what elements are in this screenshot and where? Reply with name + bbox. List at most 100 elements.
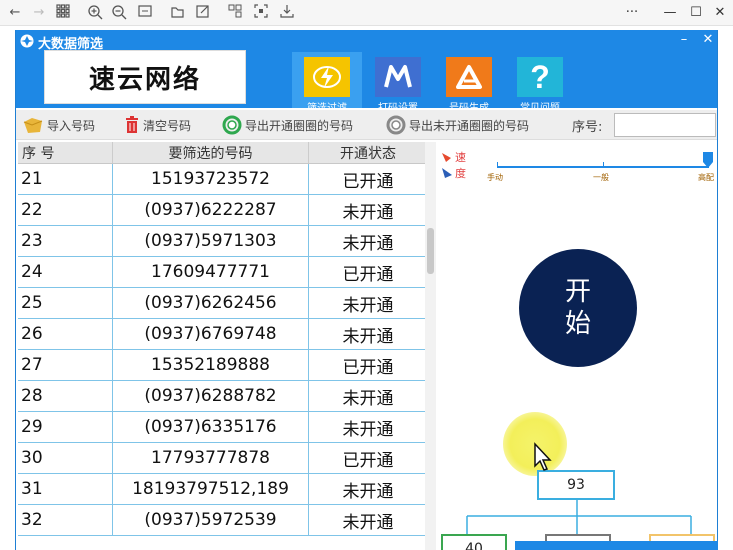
- nav-dial-settings[interactable]: 打码设置: [363, 52, 433, 114]
- zoom-in-icon[interactable]: [86, 4, 104, 22]
- total-count-node: 93: [537, 470, 615, 500]
- cell-number: 17793777878: [113, 443, 309, 473]
- cell-number: 15352189888: [113, 350, 309, 380]
- lightning-icon: [304, 57, 350, 97]
- import-icon: [23, 118, 43, 133]
- cell-number: (0937)5971303: [113, 226, 309, 256]
- table-header: 序 号 要筛选的号码 开通状态: [18, 142, 436, 164]
- action-toolbar: 导入号码 清空号码 导出开通圈圈的号码 导出未开通圈圈的号码 序号:: [16, 110, 717, 140]
- minimize-icon[interactable]: —: [660, 4, 680, 22]
- save-icon[interactable]: [278, 4, 296, 22]
- cell-status: 未开通: [309, 195, 428, 225]
- nav-filter[interactable]: 筛选过滤: [292, 52, 362, 114]
- table-row[interactable]: 29 (0937)6335176 未开通: [18, 412, 436, 443]
- table-scrollbar[interactable]: [425, 142, 436, 550]
- cell-seq: 27: [18, 350, 113, 380]
- cell-number: (0937)6769748: [113, 319, 309, 349]
- app-minimize-icon[interactable]: –: [676, 32, 692, 47]
- table-row[interactable]: 25 (0937)6262456 未开通: [18, 288, 436, 319]
- table-row[interactable]: 30 17793777878 已开通: [18, 443, 436, 474]
- cell-status: 未开通: [309, 319, 428, 349]
- cell-seq: 24: [18, 257, 113, 287]
- cell-number: (0937)6288782: [113, 381, 309, 411]
- header-status[interactable]: 开通状态: [309, 142, 428, 163]
- edit-icon[interactable]: [194, 4, 212, 22]
- app-window: 大数据筛选 – ✕ 速云网络 筛选过滤 打码设置 号码生成 ? 常见问题 导入号…: [15, 30, 718, 550]
- close-icon[interactable]: ✕: [710, 4, 730, 22]
- cell-status: 未开通: [309, 474, 428, 504]
- app-logo-icon: [20, 34, 34, 48]
- table-row[interactable]: 21 15193723572 已开通: [18, 164, 436, 195]
- cell-seq: 25: [18, 288, 113, 318]
- refresh-gray-icon: [386, 115, 406, 135]
- brand-logo: 速云网络: [44, 50, 246, 104]
- export-opened-button[interactable]: 导出开通圈圈的号码: [222, 115, 353, 135]
- opened-count-node: 40: [441, 534, 507, 550]
- cell-number: (0937)6262456: [113, 288, 309, 318]
- cell-seq: 31: [18, 474, 113, 504]
- cell-status: 已开通: [309, 257, 428, 287]
- export-unopened-button[interactable]: 导出未开通圈圈的号码: [386, 115, 529, 135]
- seq-label: 序号:: [572, 119, 603, 135]
- scroll-thumb[interactable]: [427, 228, 434, 274]
- fit-icon[interactable]: [136, 4, 154, 22]
- trash-icon: [126, 116, 138, 133]
- control-pane: 速 度 手动 一般 高配 开 始 93 40 53 0: [437, 142, 717, 550]
- mouse-cursor-icon: [534, 442, 552, 471]
- cell-status: 未开通: [309, 288, 428, 318]
- cell-seq: 29: [18, 412, 113, 442]
- app-close-icon[interactable]: ✕: [700, 32, 716, 47]
- numbers-table: 序 号 要筛选的号码 开通状态 21 15193723572 已开通 22 (0937)…: [18, 142, 436, 550]
- cell-status: 未开通: [309, 226, 428, 256]
- cell-status: 已开通: [309, 164, 428, 194]
- cell-seq: 30: [18, 443, 113, 473]
- cell-seq: 21: [18, 164, 113, 194]
- table-row[interactable]: 24 17609477771 已开通: [18, 257, 436, 288]
- seq-input[interactable]: [614, 113, 716, 137]
- cell-seq: 22: [18, 195, 113, 225]
- cell-number: 18193797512,189: [113, 474, 309, 504]
- cell-status: 已开通: [309, 443, 428, 473]
- table-row[interactable]: 27 15352189888 已开通: [18, 350, 436, 381]
- import-numbers-button[interactable]: 导入号码: [22, 115, 95, 135]
- header-seq[interactable]: 序 号: [18, 142, 113, 163]
- rotate-icon[interactable]: [168, 4, 186, 22]
- cell-number: (0937)6335176: [113, 412, 309, 442]
- table-row[interactable]: 22 (0937)6222287 未开通: [18, 195, 436, 226]
- question-icon: ?: [517, 57, 563, 97]
- cell-status: 已开通: [309, 350, 428, 380]
- back-arrow-icon[interactable]: ←: [6, 4, 24, 22]
- cell-status: 未开通: [309, 505, 428, 535]
- table-row[interactable]: 31 18193797512,189 未开通: [18, 474, 436, 505]
- nav-faq[interactable]: ? 常见问题: [505, 52, 575, 114]
- cell-status: 未开通: [309, 412, 428, 442]
- table-row[interactable]: 32 (0937)5972539 未开通: [18, 505, 436, 536]
- nav-number-generate[interactable]: 号码生成: [434, 52, 504, 114]
- table-row[interactable]: 26 (0937)6769748 未开通: [18, 319, 436, 350]
- table-row[interactable]: 23 (0937)5971303 未开通: [18, 226, 436, 257]
- grid-icon[interactable]: [54, 4, 72, 22]
- cell-seq: 26: [18, 319, 113, 349]
- forward-arrow-icon[interactable]: →: [30, 4, 48, 22]
- header-number[interactable]: 要筛选的号码: [113, 142, 309, 163]
- m-letter-icon: [375, 57, 421, 97]
- zoom-out-icon[interactable]: [110, 4, 128, 22]
- cell-seq: 23: [18, 226, 113, 256]
- crop-icon[interactable]: [226, 4, 244, 22]
- table-body: 21 15193723572 已开通 22 (0937)6222287 未开通 23 (093…: [18, 164, 436, 536]
- cell-seq: 32: [18, 505, 113, 535]
- image-viewer-toolbar: ← → ··· — ☐ ✕: [0, 0, 733, 26]
- cell-seq: 28: [18, 381, 113, 411]
- table-row[interactable]: 28 (0937)6288782 未开通: [18, 381, 436, 412]
- a-letter-icon: [446, 57, 492, 97]
- status-strip: [515, 541, 718, 550]
- cell-number: (0937)6222287: [113, 195, 309, 225]
- cell-status: 未开通: [309, 381, 428, 411]
- maximize-icon[interactable]: ☐: [686, 4, 706, 22]
- scan-icon[interactable]: [252, 4, 270, 22]
- cell-number: 17609477771: [113, 257, 309, 287]
- cell-number: 15193723572: [113, 164, 309, 194]
- refresh-green-icon: [222, 115, 242, 135]
- more-icon[interactable]: ···: [622, 4, 642, 22]
- clear-numbers-button[interactable]: 清空号码: [124, 115, 191, 135]
